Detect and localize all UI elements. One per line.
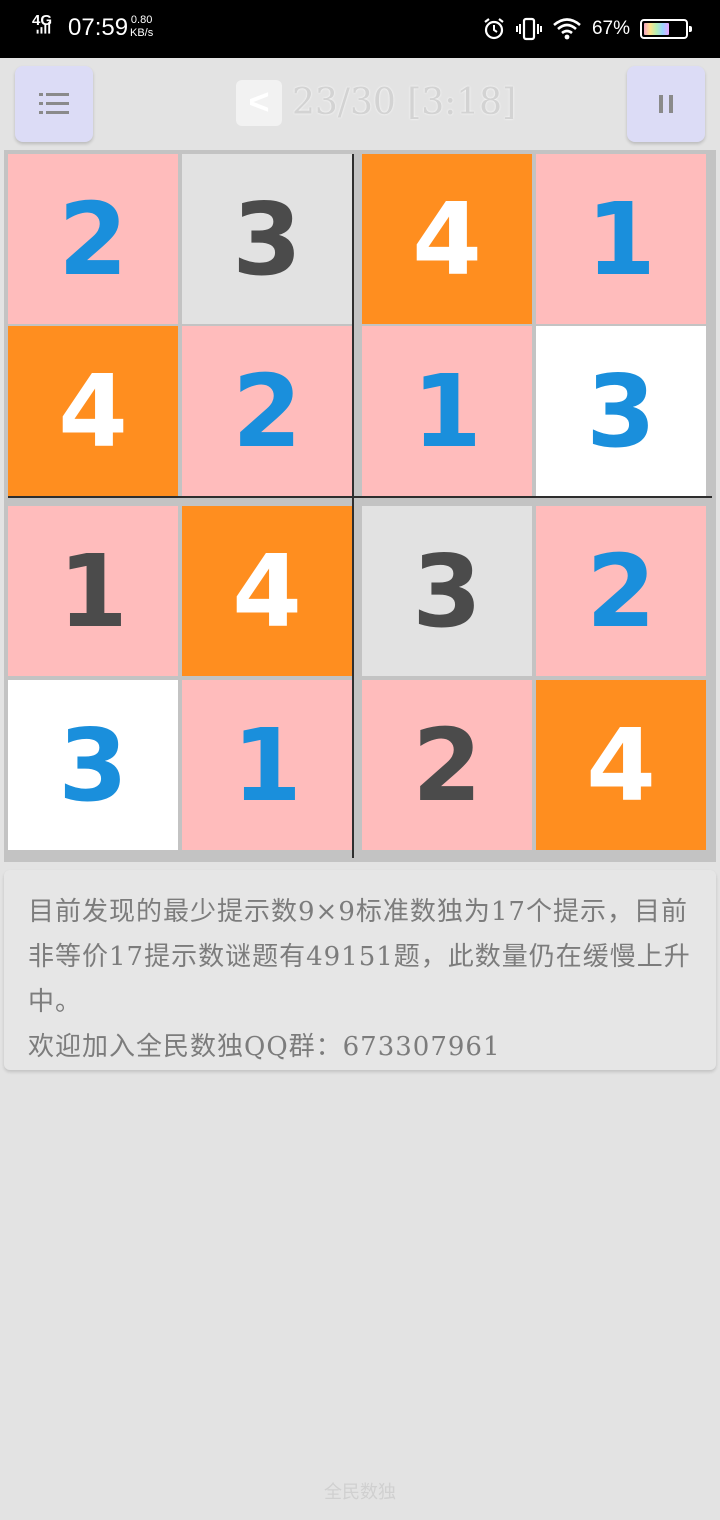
app-name-footer: 全民数独: [324, 1482, 396, 1503]
battery-icon: [640, 19, 692, 39]
sudoku-cell[interactable]: 1: [362, 326, 532, 496]
sudoku-cell[interactable]: 2: [362, 680, 532, 850]
sudoku-cell[interactable]: 3: [362, 506, 532, 676]
sudoku-cell[interactable]: 2: [182, 326, 352, 496]
pause-button[interactable]: [627, 66, 705, 142]
sudoku-cell[interactable]: 1: [8, 506, 178, 676]
box-divider-horizontal: [8, 496, 712, 498]
box-divider-vertical: [352, 154, 354, 858]
sudoku-cell[interactable]: 4: [182, 506, 352, 676]
menu-button[interactable]: [15, 66, 93, 142]
battery-percent: 67%: [591, 18, 630, 39]
sudoku-cell[interactable]: 4: [362, 154, 532, 324]
previous-puzzle-button[interactable]: <: [236, 80, 282, 126]
sudoku-cell[interactable]: 2: [8, 154, 178, 324]
tip-panel: 目前发现的最少提示数9×9标准数独为17个提示，目前非等价17提示数谜题有491…: [4, 870, 716, 1070]
qq-group-text: 欢迎加入全民数独QQ群：673307961: [28, 1032, 501, 1062]
speed-value: 0.80: [130, 14, 153, 26]
vibrate-icon: [515, 17, 542, 41]
wifi-icon: [553, 18, 581, 40]
network-speed: 0.80 KB/s: [130, 14, 153, 40]
tip-text: 目前发现的最少提示数9×9标准数独为17个提示，目前非等价17提示数谜题有491…: [28, 897, 691, 1017]
sudoku-board: 4213234131241432: [4, 150, 716, 862]
clock: 07:59: [68, 14, 129, 41]
battery-fill: [644, 23, 670, 35]
status-icons: 67%: [482, 14, 692, 44]
sudoku-cell[interactable]: 3: [182, 154, 352, 324]
sudoku-cell[interactable]: 4: [8, 326, 178, 496]
sudoku-cell[interactable]: 4: [536, 680, 706, 850]
puzzle-progress-timer: 23/30 [3:18]: [292, 82, 517, 123]
signal-icon: [36, 22, 51, 34]
sudoku-cell[interactable]: 3: [8, 680, 178, 850]
speed-unit: KB/s: [130, 27, 154, 39]
pause-icon: [659, 95, 673, 113]
sudoku-cell[interactable]: 1: [536, 154, 706, 324]
sudoku-cell[interactable]: 1: [182, 680, 352, 850]
sudoku-cell[interactable]: 3: [536, 326, 706, 496]
sudoku-cell[interactable]: 2: [536, 506, 706, 676]
alarm-icon: [484, 18, 504, 40]
status-bar: 4G 07:59 0.80 KB/s 67%: [0, 0, 720, 58]
toolbar: < 23/30 [3:18]: [0, 58, 720, 150]
list-menu-icon: [39, 93, 69, 114]
